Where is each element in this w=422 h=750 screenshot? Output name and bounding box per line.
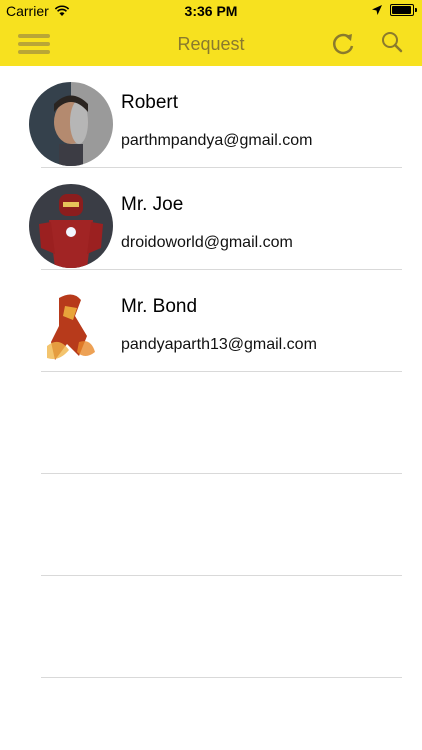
refresh-button[interactable] bbox=[330, 30, 356, 58]
search-button[interactable] bbox=[380, 30, 404, 56]
avatar-mr-joe-image bbox=[29, 184, 113, 268]
request-email: parthmpandya@gmail.com bbox=[121, 132, 313, 149]
empty-row bbox=[0, 372, 422, 474]
battery-icon bbox=[390, 4, 417, 16]
search-icon bbox=[382, 32, 403, 53]
list-item[interactable]: Robert parthmpandya@gmail.com bbox=[0, 66, 422, 168]
avatar bbox=[29, 184, 113, 268]
request-email: pandyaparth13@gmail.com bbox=[121, 336, 317, 353]
request-name: Robert bbox=[121, 92, 179, 113]
request-list: Robert parthmpandya@gmail.com Mr. Joe dr… bbox=[0, 66, 422, 678]
avatar bbox=[29, 286, 113, 370]
status-time: 3:36 PM bbox=[184, 3, 238, 19]
avatar-mr-bond-image bbox=[29, 286, 113, 370]
empty-row bbox=[0, 474, 422, 576]
list-item[interactable]: Mr. Joe droidoworld@gmail.com bbox=[0, 168, 422, 270]
avatar bbox=[29, 82, 113, 166]
avatar-robert-image bbox=[29, 82, 113, 166]
request-email: droidoworld@gmail.com bbox=[121, 234, 293, 251]
request-name: Mr. Bond bbox=[121, 296, 198, 317]
request-name: Mr. Joe bbox=[121, 194, 184, 215]
empty-row bbox=[0, 576, 422, 678]
list-item[interactable]: Mr. Bond pandyaparth13@gmail.com bbox=[0, 270, 422, 372]
status-right bbox=[372, 4, 417, 16]
nav-bar: Request bbox=[0, 22, 422, 66]
status-bar: Carrier 3:36 PM bbox=[0, 0, 422, 22]
page-title: Request bbox=[177, 34, 245, 54]
location-arrow-icon bbox=[372, 5, 382, 15]
battery-fill bbox=[392, 6, 411, 14]
row-divider bbox=[41, 677, 402, 678]
refresh-icon bbox=[332, 33, 354, 55]
